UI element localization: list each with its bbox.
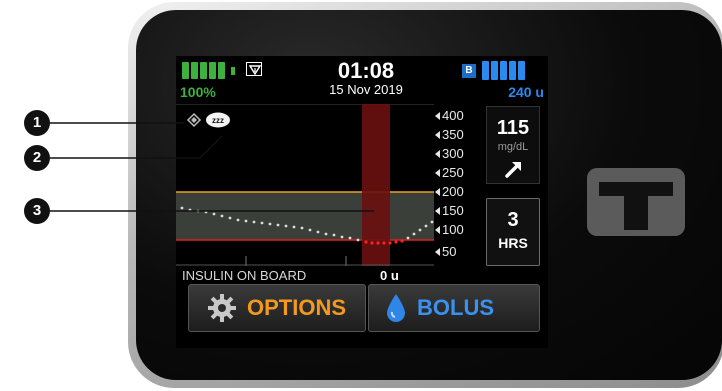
callout-lines [50, 122, 374, 212]
callout-3: 3 [24, 198, 50, 224]
device-stage: 100% 01:08 15 Nov 2019 B 240 u zzz 400 3… [0, 0, 722, 391]
callout-1: 1 [24, 110, 50, 136]
callout-2: 2 [24, 145, 50, 171]
